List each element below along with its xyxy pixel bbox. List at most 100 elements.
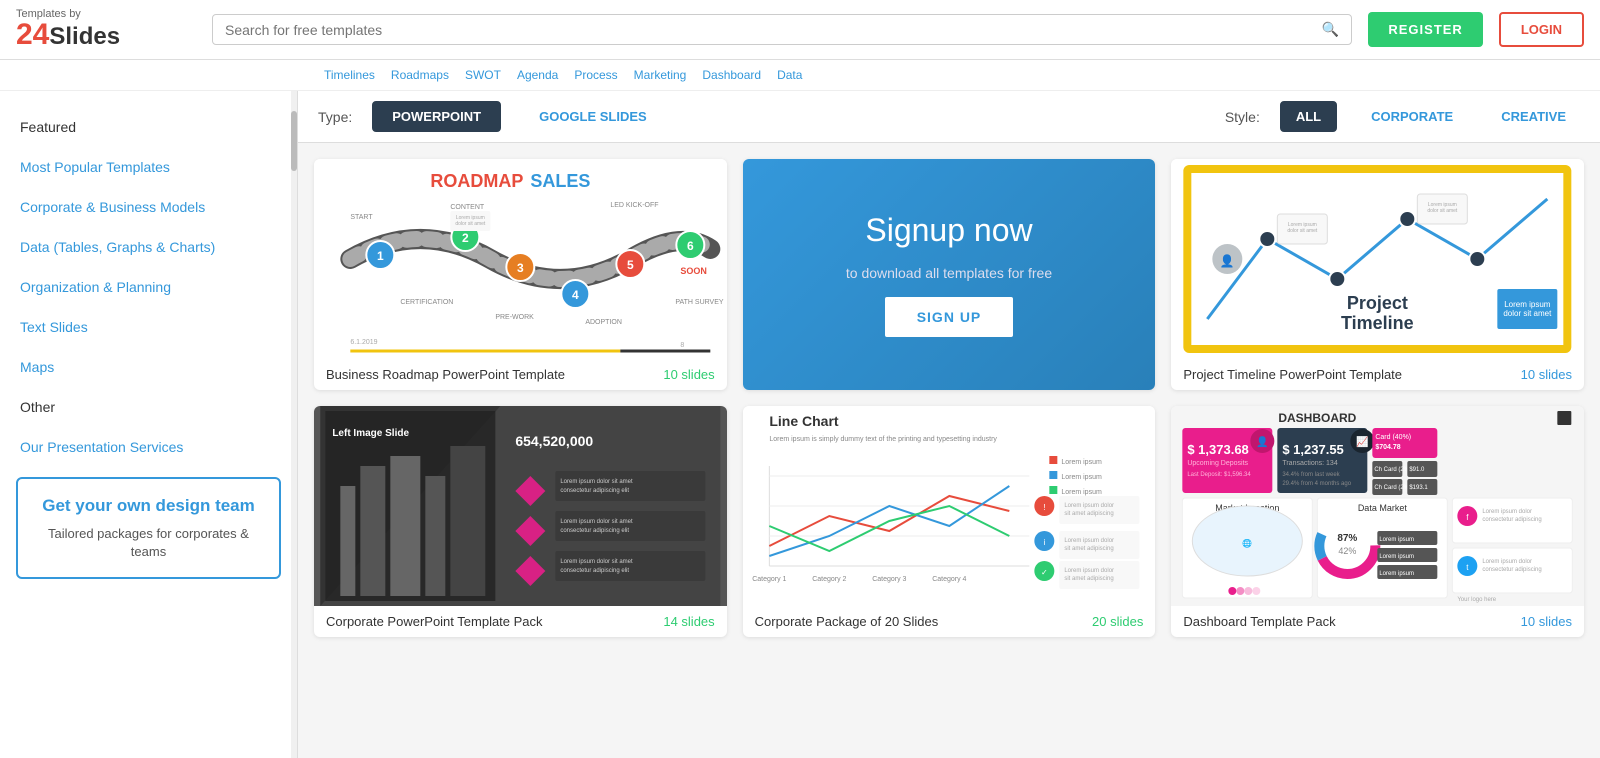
svg-text:consectetur adipiscing elit: consectetur adipiscing elit xyxy=(560,488,629,494)
tag-marketing[interactable]: Marketing xyxy=(630,66,691,84)
svg-text:Project: Project xyxy=(1347,293,1408,313)
card-timeline-slides: 10 slides xyxy=(1521,367,1572,382)
svg-text:consectetur adipiscing: consectetur adipiscing xyxy=(1483,567,1542,573)
search-icon[interactable]: 🔍 xyxy=(1322,21,1339,38)
svg-text:$ 1,373.68: $ 1,373.68 xyxy=(1188,442,1249,457)
svg-text:Ch Card (2%): Ch Card (2%) xyxy=(1375,467,1412,473)
sidebar-item-6[interactable]: Maps xyxy=(0,347,297,387)
svg-text:Lorem ipsum dolor: Lorem ipsum dolor xyxy=(1064,503,1114,509)
sidebar-item-1[interactable]: Most Popular Templates xyxy=(0,147,297,187)
sidebar-item-2[interactable]: Corporate & Business Models xyxy=(0,187,297,227)
svg-text:2: 2 xyxy=(462,231,469,245)
svg-text:sit amet adipiscing: sit amet adipiscing xyxy=(1064,576,1113,582)
card-roadmap-slides: 10 slides xyxy=(663,367,714,382)
style-all-button[interactable]: ALL xyxy=(1280,101,1337,132)
logo-name: Slides xyxy=(49,25,120,49)
svg-text:Lorem ipsum dolor: Lorem ipsum dolor xyxy=(1064,538,1114,544)
card-timeline-title: Project Timeline PowerPoint Template xyxy=(1183,367,1402,382)
svg-text:$193.1: $193.1 xyxy=(1410,485,1429,491)
card-corporate-img: Left Image Slide 654,520,000 Lorem ipsum… xyxy=(314,406,727,606)
tag-data[interactable]: Data xyxy=(773,66,806,84)
header: Templates by 24 Slides 🔍 REGISTER LOGIN xyxy=(0,0,1600,60)
sidebar-item-0[interactable]: Featured xyxy=(0,107,297,147)
style-creative-button[interactable]: CREATIVE xyxy=(1487,103,1580,130)
svg-text:ROADMAP: ROADMAP xyxy=(430,171,523,191)
card-dashboard[interactable]: DASHBOARD 👤 $ 1,373.68 Upcoming Deposits… xyxy=(1171,406,1584,637)
sidebar-services[interactable]: Our Presentation Services xyxy=(0,427,297,467)
svg-text:Lorem ipsum: Lorem ipsum xyxy=(1380,571,1415,577)
sidebar-item-5[interactable]: Text Slides xyxy=(0,307,297,347)
search-input[interactable] xyxy=(225,22,1322,38)
tag-process[interactable]: Process xyxy=(570,66,621,84)
svg-text:Category 1: Category 1 xyxy=(752,576,786,583)
signup-button[interactable]: SIGN UP xyxy=(885,297,1014,337)
svg-text:Lorem ipsum is simply dummy te: Lorem ipsum is simply dummy text of the … xyxy=(769,436,997,443)
tag-swot[interactable]: SWOT xyxy=(461,66,505,84)
card-corporate[interactable]: Left Image Slide 654,520,000 Lorem ipsum… xyxy=(314,406,727,637)
card-signup-img: Signup now to download all templates for… xyxy=(743,159,1156,390)
svg-text:dolor sit amet: dolor sit amet xyxy=(1504,309,1553,318)
sidebar-item-7[interactable]: Other xyxy=(0,387,297,427)
card-roadmap-footer: Business Roadmap PowerPoint Template 10 … xyxy=(314,359,727,390)
style-corporate-button[interactable]: CORPORATE xyxy=(1357,103,1467,130)
svg-text:DASHBOARD: DASHBOARD xyxy=(1279,411,1357,425)
svg-text:6: 6 xyxy=(687,239,694,253)
svg-text:$ 1,237.55: $ 1,237.55 xyxy=(1283,442,1344,457)
svg-text:dolor sit amet: dolor sit amet xyxy=(1288,228,1319,234)
svg-text:i: i xyxy=(1043,538,1045,547)
sidebar-item-3[interactable]: Data (Tables, Graphs & Charts) xyxy=(0,227,297,267)
svg-text:SOON: SOON xyxy=(680,266,707,276)
svg-text:87%: 87% xyxy=(1338,533,1358,544)
svg-text:Lorem ipsum: Lorem ipsum xyxy=(1380,554,1415,560)
card-timeline[interactable]: Project Timeline Lorem ipsum dolor sit a… xyxy=(1171,159,1584,390)
promo-box[interactable]: Get your own design team Tailored packag… xyxy=(16,477,281,579)
card-timeline-img: Project Timeline Lorem ipsum dolor sit a… xyxy=(1171,159,1584,359)
svg-text:Lorem ipsum: Lorem ipsum xyxy=(1380,537,1415,543)
svg-text:consectetur adipiscing elit: consectetur adipiscing elit xyxy=(560,528,629,534)
svg-text:Data Market: Data Market xyxy=(1358,503,1408,513)
card-linechart[interactable]: Line Chart Lorem ipsum is simply dummy t… xyxy=(743,406,1156,637)
svg-text:42%: 42% xyxy=(1339,546,1357,556)
svg-text:$91.0: $91.0 xyxy=(1410,467,1426,473)
card-signup[interactable]: Signup now to download all templates for… xyxy=(743,159,1156,390)
tag-timelines[interactable]: Timelines xyxy=(320,66,379,84)
svg-text:dolor sit amet: dolor sit amet xyxy=(455,221,486,227)
register-button[interactable]: REGISTER xyxy=(1368,12,1482,47)
services-link[interactable]: Our Presentation Services xyxy=(20,439,183,455)
tag-agenda[interactable]: Agenda xyxy=(513,66,562,84)
svg-text:Lorem ipsum dolor: Lorem ipsum dolor xyxy=(1483,559,1533,565)
svg-text:👤: 👤 xyxy=(1220,254,1235,268)
card-dashboard-footer: Dashboard Template Pack 10 slides xyxy=(1171,606,1584,637)
svg-text:PATH SURVEY: PATH SURVEY xyxy=(675,299,724,306)
tagbar: Timelines Roadmaps SWOT Agenda Process Market… xyxy=(0,60,1600,91)
type-googleslides-button[interactable]: GOOGLE SLIDES xyxy=(521,103,665,130)
signup-heading: Signup now xyxy=(865,212,1032,249)
svg-text:Line Chart: Line Chart xyxy=(769,413,839,429)
card-dashboard-slides: 10 slides xyxy=(1521,614,1572,629)
tag-dashboard[interactable]: Dashboard xyxy=(698,66,765,84)
sidebar-item-4[interactable]: Organization & Planning xyxy=(0,267,297,307)
svg-text:dolor sit amet: dolor sit amet xyxy=(1428,208,1459,214)
svg-text:Your logo here: Your logo here xyxy=(1458,597,1497,603)
svg-text:Category 2: Category 2 xyxy=(812,576,846,583)
svg-text:👤: 👤 xyxy=(1256,435,1268,448)
svg-text:Lorem ipsum: Lorem ipsum xyxy=(1061,474,1102,481)
svg-text:654,520,000: 654,520,000 xyxy=(515,433,593,449)
login-button[interactable]: LOGIN xyxy=(1499,12,1584,47)
svg-text:3: 3 xyxy=(517,261,524,275)
logo[interactable]: Templates by 24 Slides xyxy=(16,9,196,50)
svg-text:consectetur adipiscing elit: consectetur adipiscing elit xyxy=(560,568,629,574)
card-linechart-title: Corporate Package of 20 Slides xyxy=(755,614,939,629)
signup-sub: to download all templates for free xyxy=(846,265,1052,281)
svg-text:Category 4: Category 4 xyxy=(932,576,966,583)
svg-text:sit amet adipiscing: sit amet adipiscing xyxy=(1064,511,1113,517)
promo-sub: Tailored packages for corporates & teams xyxy=(34,525,263,561)
logo-num: 24 xyxy=(16,20,49,50)
svg-text:Lorem ipsum dolor: Lorem ipsum dolor xyxy=(1483,509,1533,515)
type-powerpoint-button[interactable]: POWERPOINT xyxy=(372,101,501,132)
svg-text:Lorem ipsum: Lorem ipsum xyxy=(1061,489,1102,496)
card-linechart-img: Line Chart Lorem ipsum is simply dummy t… xyxy=(743,406,1156,606)
card-roadmap[interactable]: ROADMAP SALES 1 2 3 4 xyxy=(314,159,727,390)
tag-roadmaps[interactable]: Roadmaps xyxy=(387,66,453,84)
search-bar[interactable]: 🔍 xyxy=(212,14,1352,45)
